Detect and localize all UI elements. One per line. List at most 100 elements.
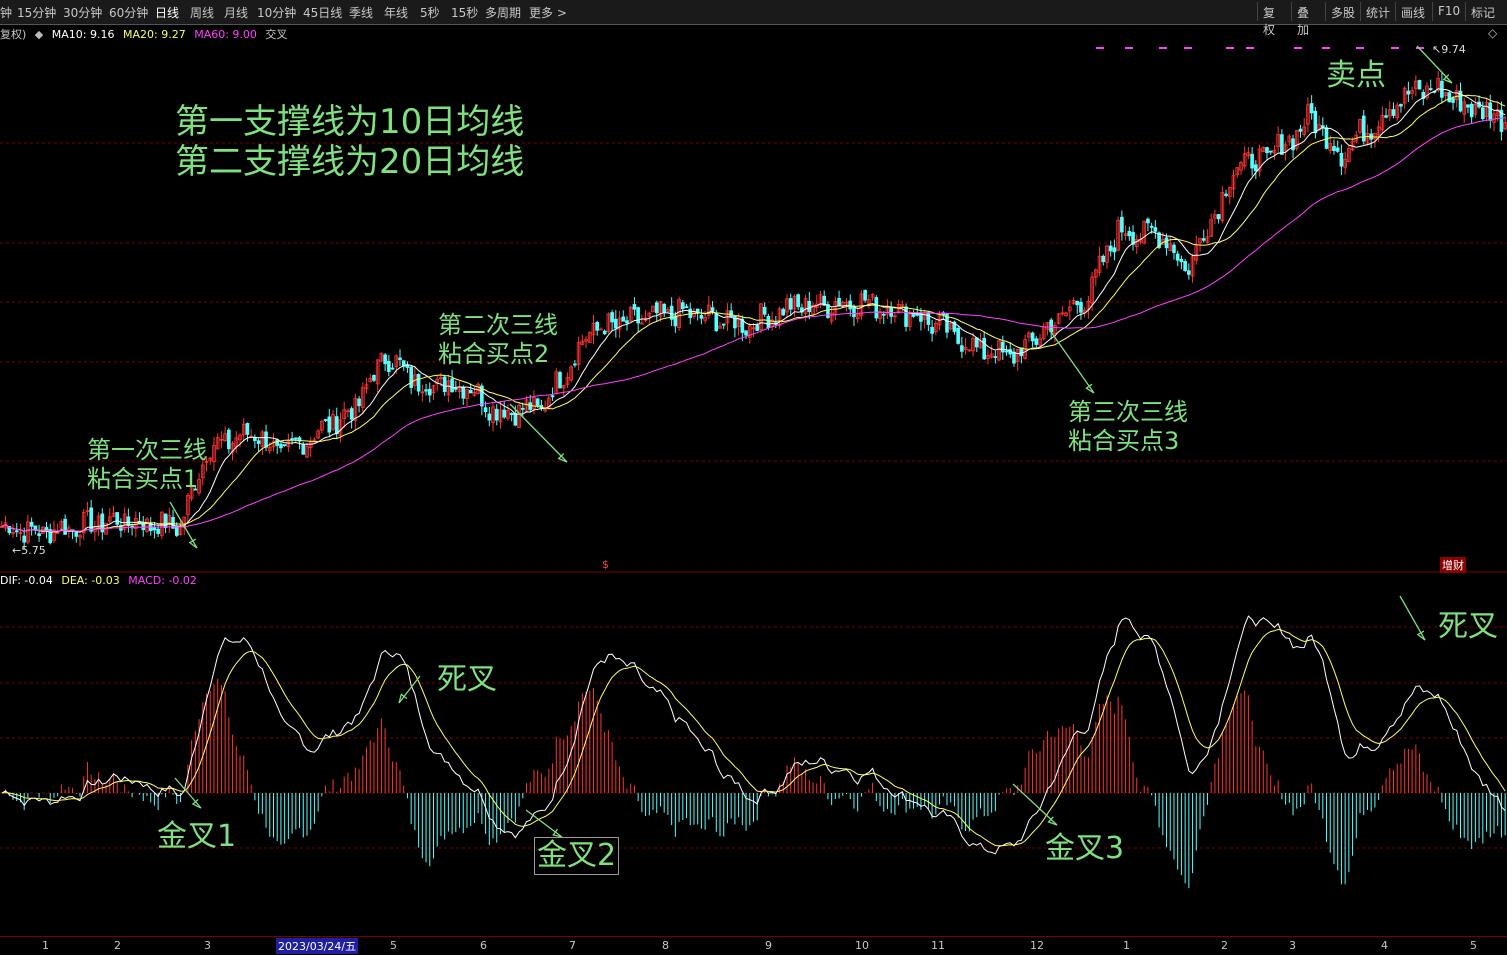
time-tick-label: 5 — [1470, 939, 1477, 952]
candle-body — [1079, 302, 1083, 313]
annotation-arrow — [1012, 783, 1058, 826]
period-tab[interactable]: 月线 — [224, 4, 248, 21]
period-tab[interactable]: 多周期 — [485, 4, 521, 21]
period-tab[interactable]: 季线 — [349, 4, 373, 21]
candle-body — [442, 376, 447, 393]
signal-dot-mark — [1294, 47, 1302, 49]
candle-body — [409, 366, 413, 388]
period-tab[interactable]: 5秒 — [420, 4, 440, 21]
toolbar-button[interactable]: 多股 — [1325, 2, 1360, 21]
candle-body — [714, 312, 719, 332]
candle-body — [1428, 88, 1433, 90]
candle-body — [1101, 255, 1106, 263]
candle-body — [1280, 134, 1284, 155]
candle-body — [349, 408, 354, 420]
candle-body — [573, 363, 577, 366]
candle-body — [632, 304, 637, 310]
support-line-1: 第一支撑线为10日均线 — [175, 102, 525, 142]
candle-body — [227, 429, 231, 450]
candle-body — [323, 419, 328, 421]
signal-dot-mark — [1246, 47, 1254, 49]
signal-dot-mark — [1226, 47, 1234, 49]
candle-body — [614, 318, 618, 329]
candle-body — [483, 407, 488, 412]
time-tick-label: 1 — [1123, 939, 1130, 952]
buy-point-2: 第二次三线 粘合买点2 — [438, 311, 558, 369]
candle-body — [1391, 109, 1396, 116]
dollar-marker[interactable]: $ — [602, 558, 609, 571]
zengcai-marker[interactable]: 增财 — [1440, 557, 1466, 573]
golden-cross-3: 金叉3 — [1045, 831, 1125, 866]
candle-body — [852, 305, 856, 318]
period-tab[interactable]: 15秒 — [451, 4, 478, 21]
candle-body — [930, 326, 934, 334]
candle-body — [1332, 146, 1336, 152]
golden-cross-2: 金叉2 — [534, 837, 620, 875]
candle-body — [494, 408, 499, 421]
signal-dot-mark — [1184, 47, 1192, 49]
candle-body — [1019, 347, 1024, 357]
candle-body — [1108, 245, 1113, 252]
toolbar-button[interactable]: 画线 — [1395, 2, 1432, 21]
candle-body — [625, 320, 629, 324]
toolbar-button[interactable]: F10 — [1432, 2, 1465, 21]
candle-body — [595, 321, 600, 331]
candle-body — [1153, 227, 1158, 232]
candle-body — [461, 386, 466, 399]
low-price-marker: ←5.75 — [12, 544, 46, 557]
annotation-arrowhead — [188, 538, 198, 549]
candle-body — [22, 535, 27, 543]
period-tab[interactable]: 15分钟 — [17, 4, 56, 21]
candle-body — [602, 330, 607, 335]
golden-cross-1: 金叉1 — [157, 819, 237, 854]
candle-body — [513, 412, 518, 426]
candle-body — [520, 407, 525, 410]
buy-point-2-line1: 第二次三线 — [438, 311, 558, 339]
candle-body — [282, 444, 287, 446]
candle-body — [1384, 115, 1388, 118]
signal-dot-mark — [1391, 47, 1399, 49]
toolbar-button[interactable]: 复权 — [1257, 2, 1291, 37]
period-tab[interactable]: 10分钟 — [257, 4, 296, 21]
candle-body — [960, 345, 964, 352]
period-tab[interactable]: 更多 > — [529, 4, 567, 21]
candle-body — [1201, 238, 1206, 241]
annotation-arrowhead — [1416, 630, 1426, 641]
candle-body — [729, 310, 733, 317]
time-axis — [0, 936, 1507, 955]
candle-body — [1149, 225, 1154, 228]
period-tab[interactable]: 年线 — [384, 4, 408, 21]
toolbar-button[interactable]: 叠加 — [1291, 2, 1325, 37]
candle-body — [256, 440, 261, 444]
period-tab[interactable]: 30分钟 — [63, 4, 102, 21]
candle-body — [279, 443, 283, 449]
low-arrow-icon: ← — [12, 544, 22, 557]
candle-body — [721, 323, 726, 326]
candle-body — [807, 300, 812, 313]
signal-dot-mark — [1356, 47, 1364, 49]
period-tab[interactable]: 日线 — [155, 4, 179, 21]
toolbar-button[interactable]: 标记 — [1465, 2, 1507, 21]
period-tab[interactable]: 45日线 — [303, 4, 342, 21]
candle-body — [275, 439, 280, 446]
candle-body — [699, 315, 704, 319]
period-tab[interactable]: 60分钟 — [109, 4, 148, 21]
candle-body — [974, 337, 979, 348]
period-tab[interactable]: 钟 — [0, 4, 12, 21]
candle-body — [487, 413, 492, 421]
annotation-arrow — [509, 403, 568, 463]
candle-body — [1164, 237, 1169, 249]
buy-point-3-line2: 粘合买点3 — [1068, 426, 1180, 455]
signal-dot-mark — [1125, 47, 1133, 49]
candle-body — [654, 302, 659, 314]
candle-body — [1127, 231, 1132, 237]
buy-point-3-line1: 第三次三线 — [1068, 398, 1188, 426]
candle-body — [1187, 270, 1191, 275]
candle-body — [1309, 103, 1314, 114]
candle-body — [636, 307, 640, 324]
candle-body — [1466, 104, 1470, 108]
candle-body — [926, 312, 931, 325]
toolbar-button[interactable]: 统计 — [1360, 2, 1395, 21]
candle-body — [550, 395, 555, 398]
period-tab[interactable]: 周线 — [190, 4, 214, 21]
